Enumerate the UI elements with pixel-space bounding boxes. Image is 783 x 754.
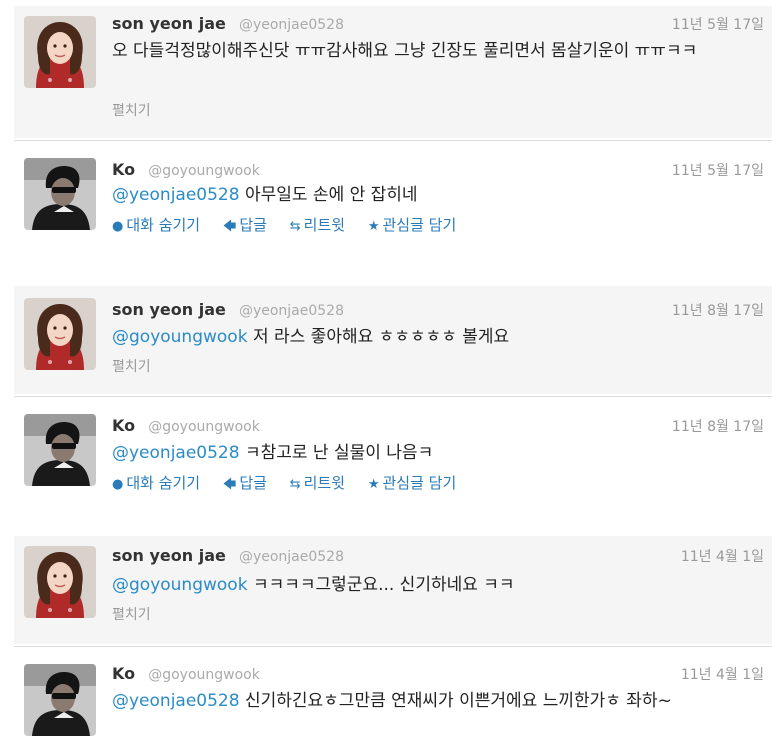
mention-link[interactable]: @yeonjae0528: [112, 691, 240, 711]
tweet-message: ㅋㅋㅋㅋ그렇군요... 신기하네요 ㅋㅋ: [247, 575, 515, 595]
retweet-button[interactable]: ⇆ 리트윗: [290, 216, 345, 234]
avatar[interactable]: [24, 414, 96, 486]
favorite-label: 관심글 담기: [382, 474, 457, 492]
tweet-text: @yeonjae0528 ㅋ참고로 난 실물이 나음ㅋ: [112, 440, 762, 466]
mention-link[interactable]: @goyoungwook: [112, 575, 248, 595]
retweet-button[interactable]: ⇆ 리트윗: [290, 474, 345, 492]
username[interactable]: @goyoungwook: [148, 163, 260, 179]
retweet-label: 리트윗: [303, 474, 346, 492]
tweet-card[interactable]: son yeon jae @yeonjae0528 11년 5월 17일 오 다…: [14, 6, 772, 138]
tweet-text: @goyoungwook ㅋㅋㅋㅋ그렇군요... 신기하네요 ㅋㅋ: [112, 572, 762, 598]
tweet-card[interactable]: Ko @goyoungwook 11년 8월 17일 @yeonjae0528 …: [14, 404, 772, 514]
retweet-icon: ⇆: [289, 477, 301, 492]
favorite-button[interactable]: ★ 관심글 담기: [368, 216, 456, 234]
expand-link[interactable]: 펼치기: [112, 604, 151, 624]
star-icon: ★: [367, 477, 380, 492]
timestamp[interactable]: 11년 4월 1일: [681, 546, 764, 566]
tweet-card[interactable]: son yeon jae @yeonjae0528 11년 8월 17일 @go…: [14, 286, 772, 394]
tweet-card[interactable]: Ko @goyoungwook 11년 4월 1일 @yeonjae0528 신…: [14, 654, 772, 752]
tweet-message: 저 라스 좋아해요 ㅎㅎㅎㅎㅎ 볼게요: [247, 327, 510, 347]
reply-arrow-icon: 🡄: [222, 477, 237, 492]
timestamp[interactable]: 11년 8월 17일: [672, 300, 764, 320]
tweet-message: 오 다들걱정많이해주신닷 ㅠㅠ감사해요 그냥 긴장도 풀리면서 몸살기운이 ㅠㅠ…: [112, 41, 698, 61]
favorite-button[interactable]: ★ 관심글 담기: [368, 474, 456, 492]
star-icon: ★: [367, 219, 380, 234]
divider: [14, 140, 772, 141]
tweet-card[interactable]: son yeon jae @yeonjae0528 11년 4월 1일 @goy…: [14, 536, 772, 644]
divider: [14, 396, 772, 397]
avatar[interactable]: [24, 16, 96, 88]
avatar[interactable]: [24, 158, 96, 230]
avatar[interactable]: [24, 298, 96, 370]
reply-button[interactable]: 🡄 답글: [223, 216, 267, 234]
display-name[interactable]: Ko: [112, 416, 135, 435]
tweet-text: @yeonjae0528 아무일도 손에 안 잡히네: [112, 182, 762, 208]
tweet-message: 신기하긴요ㅎ그만큼 연재씨가 이쁜거에요 느끼한가ㅎ 좌하~: [239, 691, 672, 711]
timestamp[interactable]: 11년 5월 17일: [672, 160, 764, 180]
timestamp[interactable]: 11년 8월 17일: [672, 416, 764, 436]
reply-label: 답글: [239, 216, 267, 234]
mention-link[interactable]: @yeonjae0528: [112, 185, 240, 205]
display-name[interactable]: son yeon jae: [112, 14, 226, 33]
username[interactable]: @yeonjae0528: [239, 549, 344, 565]
username[interactable]: @yeonjae0528: [239, 17, 344, 33]
retweet-label: 리트윗: [303, 216, 346, 234]
timestamp[interactable]: 11년 4월 1일: [681, 664, 764, 684]
display-name[interactable]: Ko: [112, 664, 135, 683]
hide-conversation-label: 대화 숨기기: [126, 474, 201, 492]
expand-link[interactable]: 펼치기: [112, 100, 151, 120]
reply-button[interactable]: 🡄 답글: [223, 474, 267, 492]
reply-arrow-icon: 🡄: [222, 219, 237, 234]
favorite-label: 관심글 담기: [382, 216, 457, 234]
tweet-message: ㅋ참고로 난 실물이 나음ㅋ: [239, 443, 434, 463]
tweet-text: 오 다들걱정많이해주신닷 ㅠㅠ감사해요 그냥 긴장도 풀리면서 몸살기운이 ㅠㅠ…: [112, 38, 762, 64]
tweet-card[interactable]: Ko @goyoungwook 11년 5월 17일 @yeonjae0528 …: [14, 150, 772, 260]
avatar[interactable]: [24, 664, 96, 736]
tweet-text: @goyoungwook 저 라스 좋아해요 ㅎㅎㅎㅎㅎ 볼게요: [112, 324, 762, 350]
username[interactable]: @goyoungwook: [148, 419, 260, 435]
username[interactable]: @yeonjae0528: [239, 303, 344, 319]
mention-link[interactable]: @goyoungwook: [112, 327, 248, 347]
divider: [14, 646, 772, 647]
expand-link[interactable]: 펼치기: [112, 356, 151, 376]
retweet-icon: ⇆: [289, 219, 301, 234]
timestamp[interactable]: 11년 5월 17일: [672, 14, 764, 34]
speech-bubble-icon: ●: [112, 477, 124, 492]
display-name[interactable]: son yeon jae: [112, 546, 226, 565]
display-name[interactable]: Ko: [112, 160, 135, 179]
username[interactable]: @goyoungwook: [148, 667, 260, 683]
tweet-actions: ● 대화 숨기기 🡄 답글 ⇆ 리트윗 ★ 관심글 담기: [112, 472, 474, 497]
speech-bubble-icon: ●: [112, 219, 124, 234]
tweet-message: 아무일도 손에 안 잡히네: [239, 185, 418, 205]
tweet-actions: ● 대화 숨기기 🡄 답글 ⇆ 리트윗 ★ 관심글 담기: [112, 214, 474, 239]
hide-conversation-label: 대화 숨기기: [126, 216, 201, 234]
hide-conversation-button[interactable]: ● 대화 숨기기: [112, 474, 200, 492]
avatar[interactable]: [24, 546, 96, 618]
reply-label: 답글: [239, 474, 267, 492]
hide-conversation-button[interactable]: ● 대화 숨기기: [112, 216, 200, 234]
display-name[interactable]: son yeon jae: [112, 300, 226, 319]
mention-link[interactable]: @yeonjae0528: [112, 443, 240, 463]
tweet-text: @yeonjae0528 신기하긴요ㅎ그만큼 연재씨가 이쁜거에요 느끼한가ㅎ …: [112, 688, 762, 714]
